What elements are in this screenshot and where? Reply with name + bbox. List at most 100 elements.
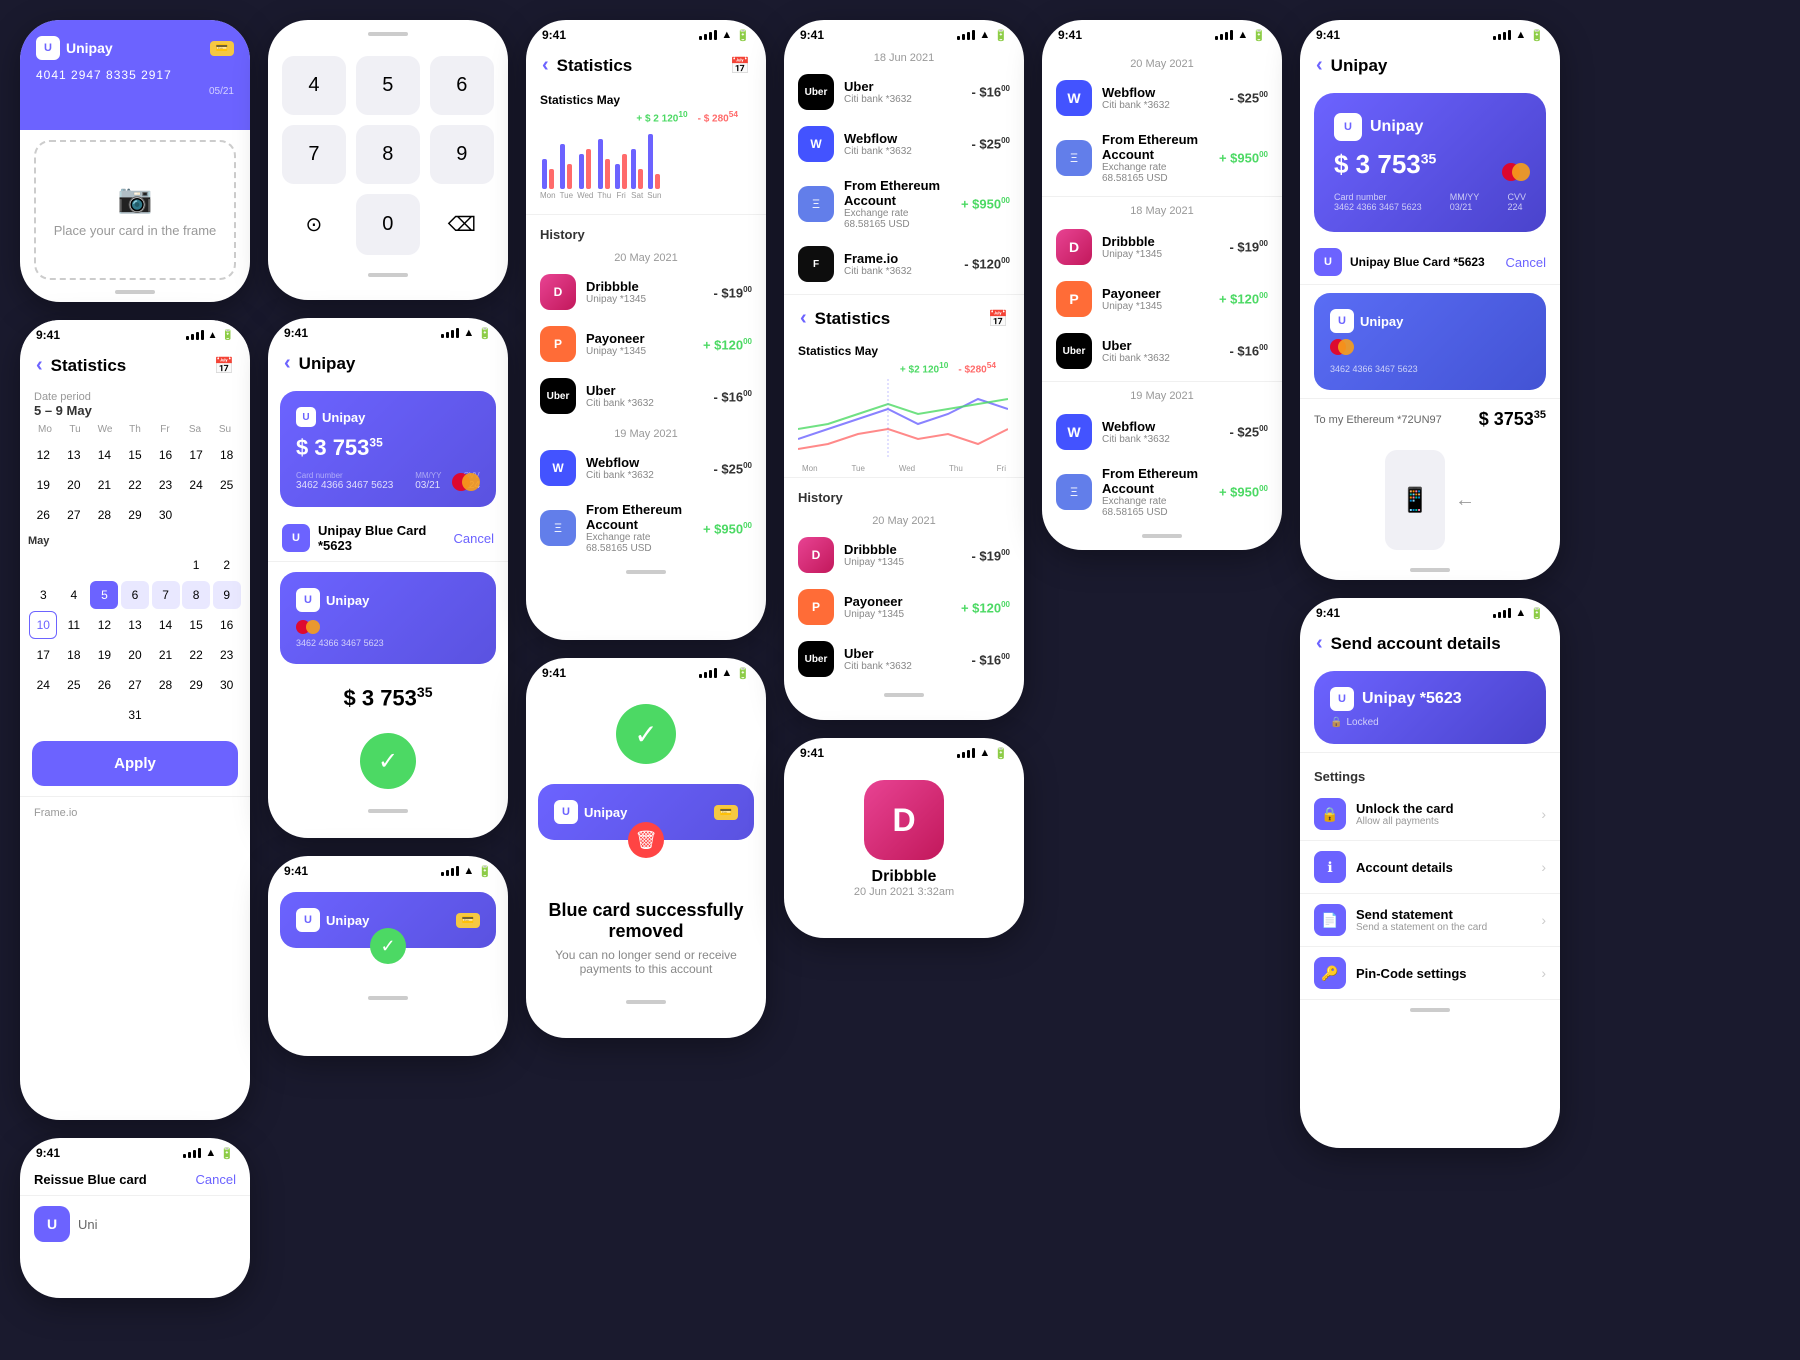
reissue-title: Reissue Blue card [34, 1172, 147, 1187]
send-account-title: Send account details [1331, 634, 1501, 654]
tx-ethereum-ext2: Ξ From Ethereum AccountExchange rate 68.… [1042, 458, 1282, 526]
card-expiry-display: 05/21 [36, 86, 234, 97]
uber-ext-icon: Uber [1056, 333, 1092, 369]
card-expiry: 03/21 [415, 480, 441, 491]
removal-check-icon: ✓ [616, 704, 676, 764]
phone-card-removed: 9:41 ▲🔋 ✓ U Unipay 💳 🗑 Blue card s [526, 658, 766, 1038]
send-statement-sub: Send a statement on the card [1356, 922, 1531, 933]
webflow-ext-icon: W [1056, 80, 1092, 116]
uber-icon: Uber [540, 378, 576, 414]
tx-payoneer-ext: P PayoneerUnipay *1345 + $12000 [1042, 273, 1282, 325]
setting-pincode[interactable]: 🔑 Pin-Code settings › [1300, 947, 1560, 1000]
keypad-grid: 4 5 6 7 8 9 ⊙ 0 ⌫ [268, 46, 508, 265]
date-18-may: 18 May 2021 [1042, 201, 1282, 221]
reissue-cancel-button[interactable]: Cancel [196, 1172, 236, 1187]
calendar-icon[interactable]: 📅 [214, 356, 234, 376]
stats-expense: - $ 28054 [698, 109, 738, 124]
overview-back-button[interactable]: ‹ [1316, 54, 1323, 77]
key-9[interactable]: 9 [430, 125, 494, 184]
key-biometric[interactable]: ⊙ [282, 194, 346, 255]
locked-badge: 🔒 Locked [1330, 717, 1530, 728]
key-8[interactable]: 8 [356, 125, 420, 184]
tx-frame-jun: F Frame.ioCiti bank *3632 - $12000 [784, 238, 1024, 290]
payoneer-2-icon: P [798, 589, 834, 625]
overview-card: U Unipay $ 3 75335 Card number3462 4366 … [1314, 93, 1546, 232]
stats-month-label: Statistics May [540, 93, 620, 107]
cal-header-we: We [91, 424, 119, 435]
delete-card-icon: 🗑 [628, 822, 664, 858]
card-balance: $ 3 75335 [296, 435, 480, 461]
overview-card-select: U Unipay Blue Card *5623 Cancel [1300, 240, 1560, 285]
tx-uber-ext: Uber UberCiti bank *3632 - $1600 [1042, 325, 1282, 377]
cal-day-today[interactable]: 10 [29, 611, 57, 639]
unlock-sub: Allow all payments [1356, 816, 1531, 827]
dribbble-detail-icon: D [864, 780, 944, 860]
stats-calendar-icon[interactable]: 📅 [730, 56, 750, 76]
overview-balance: $ 3 75335 [1334, 149, 1526, 180]
wallet-title: Unipay [299, 354, 356, 374]
card-removed-modal: Blue card successfully removed You can n… [526, 874, 766, 992]
overview-title: Unipay [1331, 56, 1388, 76]
phone-statistics-history: 9:41 ▲🔋 ‹ Statistics 📅 Statistics May + … [526, 20, 766, 640]
key-6[interactable]: 6 [430, 56, 494, 115]
history-date-1: 20 May 2021 [526, 246, 766, 266]
unlock-title: Unlock the card [1356, 801, 1531, 816]
tx-webflow-jun: W WebflowCiti bank *3632 - $2500 [784, 118, 1024, 170]
pincode-arrow-icon: › [1541, 965, 1546, 981]
transfer-arrow-icon: ← [1455, 489, 1475, 512]
webflow-ext2-icon: W [1056, 414, 1092, 450]
selected-card-number: 3462 4366 3467 5623 [296, 638, 384, 648]
blue-selected-card: U Unipay 3462 4366 3467 5623 [1314, 293, 1546, 390]
pincode-title: Pin-Code settings [1356, 966, 1531, 981]
line-chart-container: MonTueWedThuFri [784, 379, 1024, 473]
wallet-back-button[interactable]: ‹ [284, 352, 291, 375]
uber-jun-icon: Uber [798, 74, 834, 110]
selected-card: U Unipay 3462 4366 3467 5623 [280, 572, 496, 664]
green-check-container: ✓ [268, 721, 508, 801]
ethereum-icon: Ξ [540, 510, 576, 546]
key-4[interactable]: 4 [282, 56, 346, 115]
ethereum-ext-icon: Ξ [1056, 140, 1092, 176]
reissue-card: U Unipay 💳 ✓ [280, 892, 496, 948]
overview-cancel-button[interactable]: Cancel [1506, 255, 1546, 270]
stats-bar-chart: Mon Tue Wed Thu Fri Sat Sun [526, 130, 766, 210]
phone-calendar: 9:41 ▲ 🔋 ‹ Statistics 📅 Date period 5 – … [20, 320, 250, 1120]
account-details-arrow-icon: › [1541, 859, 1546, 875]
line-chart-svg [798, 379, 1008, 459]
tx-ethereum-ext: Ξ From Ethereum AccountExchange rate 68.… [1042, 124, 1282, 192]
removal-check: ✓ [526, 684, 766, 774]
card-brand-name: Unipay [322, 410, 365, 425]
frame-io-partial: Frame.io [34, 807, 77, 819]
transaction-webflow: W WebflowCiti bank *3632 - $2500 [526, 442, 766, 494]
phone-keypad: 4 5 6 7 8 9 ⊙ 0 ⌫ [268, 20, 508, 300]
cal-day[interactable]: 12 [29, 441, 57, 469]
key-5[interactable]: 5 [356, 56, 420, 115]
phone-card-scan: U Unipay 💳 4041 2947 8335 2917 05/21 📷 P… [20, 20, 250, 302]
nav-back-button[interactable]: ‹ [36, 354, 43, 377]
apply-button[interactable]: Apply [32, 741, 238, 786]
locked-card: U Unipay *5623 🔒 Locked [1314, 671, 1546, 744]
card-label: Unipay Blue Card *5623 [318, 523, 446, 553]
setting-send-statement[interactable]: 📄 Send statement Send a statement on the… [1300, 894, 1560, 947]
cal-day-selected-start[interactable]: 5 [90, 581, 118, 609]
setting-unlock[interactable]: 🔒 Unlock the card Allow all payments › [1300, 788, 1560, 841]
key-7[interactable]: 7 [282, 125, 346, 184]
send-back-button[interactable]: ‹ [1316, 632, 1323, 655]
unipay-brand-label: Unipay [66, 40, 113, 56]
key-delete[interactable]: ⌫ [430, 194, 494, 255]
setting-account-details[interactable]: ℹ Account details › [1300, 841, 1560, 894]
card-cancel-button[interactable]: Cancel [454, 531, 494, 546]
history-date-2: 19 May 2021 [526, 422, 766, 442]
transaction-ethereum: Ξ From Ethereum AccountExchange rate 68.… [526, 494, 766, 562]
send-statement-title: Send statement [1356, 907, 1531, 922]
stats-back-button[interactable]: ‹ [542, 54, 549, 77]
calendar-nav-header: ‹ Statistics 📅 [20, 346, 250, 385]
phone-wallet: 9:41 ▲🔋 ‹ Unipay U Unipay $ 3 75335 [268, 318, 508, 838]
stats-title: Statistics [557, 56, 633, 76]
statistics-nav-title: Statistics [51, 356, 127, 376]
webflow-jun-icon: W [798, 126, 834, 162]
card-removed-title: Blue card successfully removed [542, 900, 750, 942]
dribbble-ext-icon: D [1056, 229, 1092, 265]
key-0[interactable]: 0 [356, 194, 420, 255]
send-statement-arrow-icon: › [1541, 912, 1546, 928]
